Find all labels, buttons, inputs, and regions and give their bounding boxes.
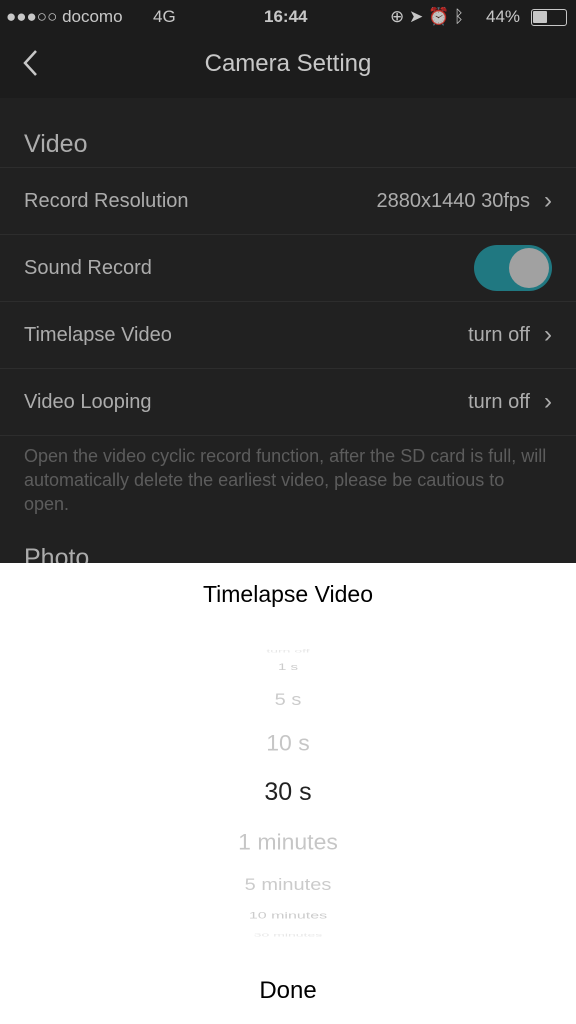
picker-option[interactable]: 30 minutes: [0, 932, 576, 937]
picker-option[interactable]: 1 minutes: [0, 830, 576, 856]
picker-sheet: Timelapse Video turn off 1 s 5 s 10 s 30 s 1 …: [0, 563, 576, 1024]
picker-title: Timelapse Video: [202, 581, 374, 607]
picker-option[interactable]: turn off: [0, 648, 576, 653]
picker-option[interactable]: 1 s: [0, 662, 576, 672]
done-button[interactable]: Done: [0, 977, 576, 1005]
picker-option[interactable]: 10 minutes: [0, 911, 576, 922]
picker-option[interactable]: 5 minutes: [0, 876, 576, 896]
picker-option[interactable]: 30 s: [0, 778, 576, 807]
picker-option[interactable]: 10 s: [0, 731, 576, 757]
dim-overlay[interactable]: [0, 0, 576, 563]
picker-option[interactable]: 5 s: [0, 691, 576, 711]
